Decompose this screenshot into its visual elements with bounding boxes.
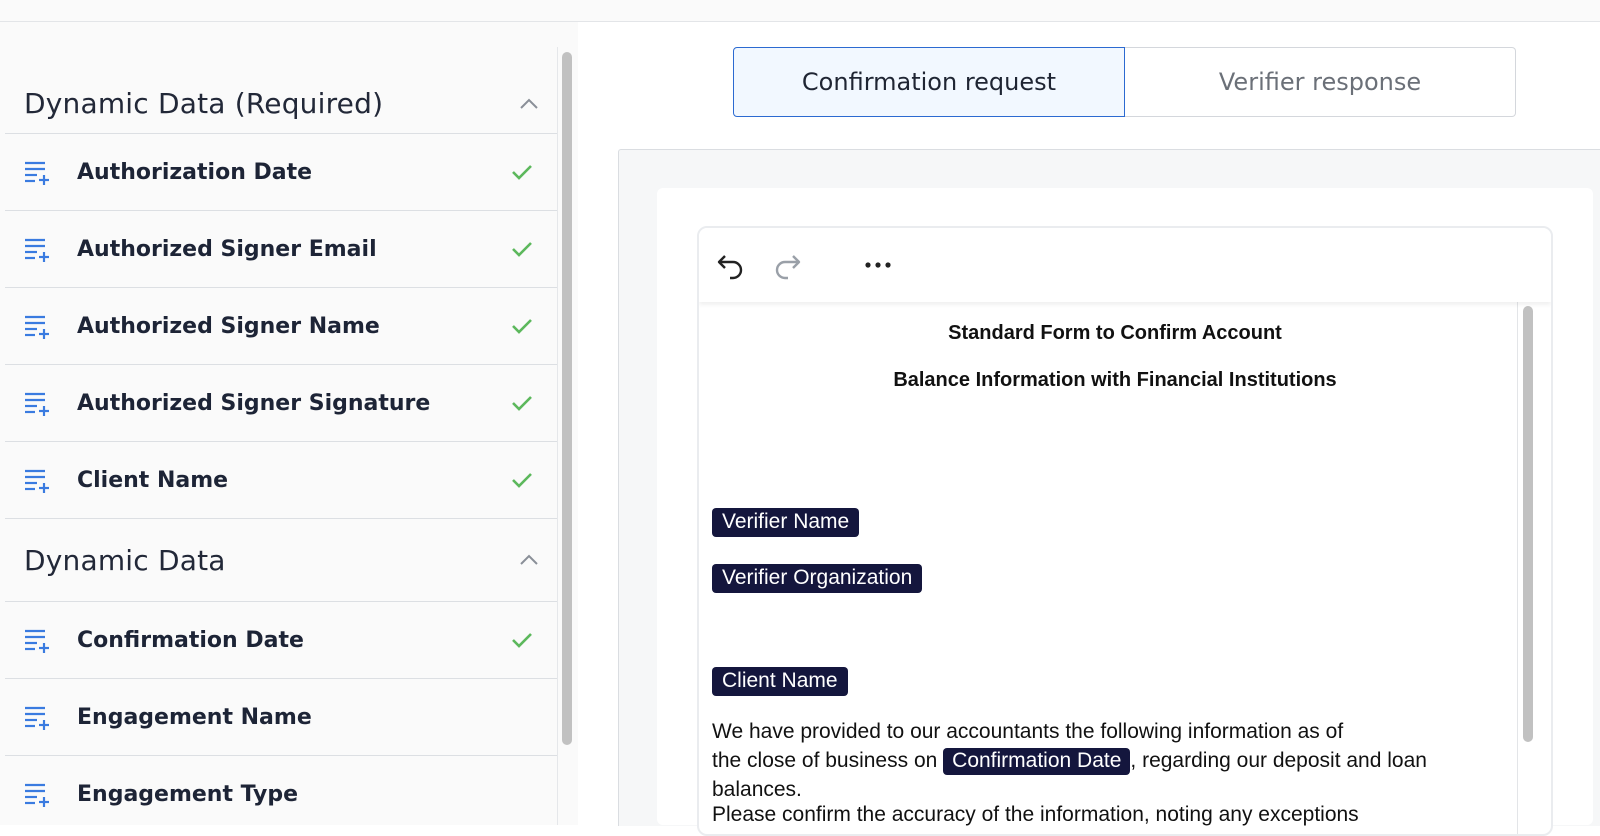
check-icon <box>510 314 534 338</box>
field-token-verifier-organization[interactable]: Verifier Organization <box>712 564 923 593</box>
editor-toolbar <box>699 228 1551 302</box>
sidebar-item-engagement-type[interactable]: Engagement Type <box>5 756 558 825</box>
sidebar-item-label: Confirmation Date <box>77 627 304 653</box>
paragraph-text: , regarding our deposit and loan <box>1130 749 1427 772</box>
tab-verifier-response[interactable]: Verifier response <box>1125 47 1516 117</box>
sidebar-item-confirmation-date[interactable]: Confirmation Date <box>5 602 558 679</box>
sidebar-item-authorization-date[interactable]: Authorization Date <box>5 134 558 211</box>
section-title: Dynamic Data <box>24 543 226 577</box>
sidebar-item-engagement-name[interactable]: Engagement Name <box>5 679 558 756</box>
sidebar-item-label: Authorized Signer Signature <box>77 390 431 416</box>
check-icon <box>510 468 534 492</box>
field-row: Verifier Organization <box>712 564 923 593</box>
list-add-icon <box>23 623 57 657</box>
list-add-icon <box>23 463 57 497</box>
sidebar-item-label: Engagement Type <box>77 781 299 807</box>
top-bar <box>0 0 1600 22</box>
document-title-line2: Balance Information with Financial Insti… <box>893 369 1337 391</box>
sidebar-item-label: Authorized Signer Name <box>77 313 380 339</box>
list-add-icon <box>23 386 57 420</box>
sidebar-item-label: Engagement Name <box>77 704 312 730</box>
check-placeholder <box>510 705 534 729</box>
sidebar-item-label: Authorized Signer Email <box>77 236 377 262</box>
sidebar-item-label: Authorization Date <box>77 159 313 185</box>
editor-scrollbar[interactable] <box>1517 302 1539 834</box>
tab-confirmation-request[interactable]: Confirmation request <box>733 47 1125 117</box>
document-title-line1: Standard Form to Confirm Account <box>948 322 1282 344</box>
sidebar-item-authorized-signer-email[interactable]: Authorized Signer Email <box>5 211 558 288</box>
section-header-optional[interactable]: Dynamic Data <box>5 519 558 602</box>
chevron-up-icon[interactable] <box>518 93 540 115</box>
document-paragraph: We have provided to our accountants the … <box>712 717 1502 829</box>
dynamic-data-sidebar: Dynamic Data (Required) Authorization Da… <box>0 22 578 825</box>
sidebar-scrollbar[interactable] <box>557 47 575 825</box>
field-token-client-name[interactable]: Client Name <box>712 667 848 696</box>
paragraph-line: the close of business on Confirmation Da… <box>712 746 1502 775</box>
sidebar-scrollbar-thumb[interactable] <box>562 52 572 745</box>
check-placeholder <box>510 782 534 806</box>
redo-icon[interactable] <box>771 248 805 282</box>
document-editor: Standard Form to Confirm Account Balance… <box>697 226 1553 836</box>
paragraph-text: the close of business on <box>712 749 944 772</box>
sidebar-item-client-name[interactable]: Client Name <box>5 442 558 519</box>
list-add-icon <box>23 777 57 811</box>
check-icon <box>510 628 534 652</box>
field-row: Client Name <box>712 667 848 696</box>
check-icon <box>510 237 534 261</box>
paragraph-line: We have provided to our accountants the … <box>712 720 1344 743</box>
view-tabs: Confirmation request Verifier response <box>733 47 1516 117</box>
list-add-icon <box>23 232 57 266</box>
sidebar-item-label: Client Name <box>77 467 229 493</box>
editor-scrollbar-thumb[interactable] <box>1523 306 1533 742</box>
sidebar-item-authorized-signer-signature[interactable]: Authorized Signer Signature <box>5 365 558 442</box>
more-icon[interactable] <box>861 248 895 282</box>
check-icon <box>510 160 534 184</box>
sidebar-list: Dynamic Data (Required) Authorization Da… <box>5 22 558 825</box>
check-icon <box>510 391 534 415</box>
section-header-required[interactable]: Dynamic Data (Required) <box>5 74 558 134</box>
undo-icon[interactable] <box>713 248 747 282</box>
list-add-icon <box>23 700 57 734</box>
section-title: Dynamic Data (Required) <box>24 87 384 120</box>
document-content[interactable]: Standard Form to Confirm Account Balance… <box>699 302 1551 834</box>
field-token-verifier-name[interactable]: Verifier Name <box>712 508 860 537</box>
chevron-up-icon[interactable] <box>518 549 540 571</box>
list-add-icon <box>23 309 57 343</box>
sidebar-item-authorized-signer-name[interactable]: Authorized Signer Name <box>5 288 558 365</box>
field-token-confirmation-date[interactable]: Confirmation Date <box>943 748 1131 775</box>
list-add-icon <box>23 155 57 189</box>
field-row: Verifier Name <box>712 508 860 537</box>
